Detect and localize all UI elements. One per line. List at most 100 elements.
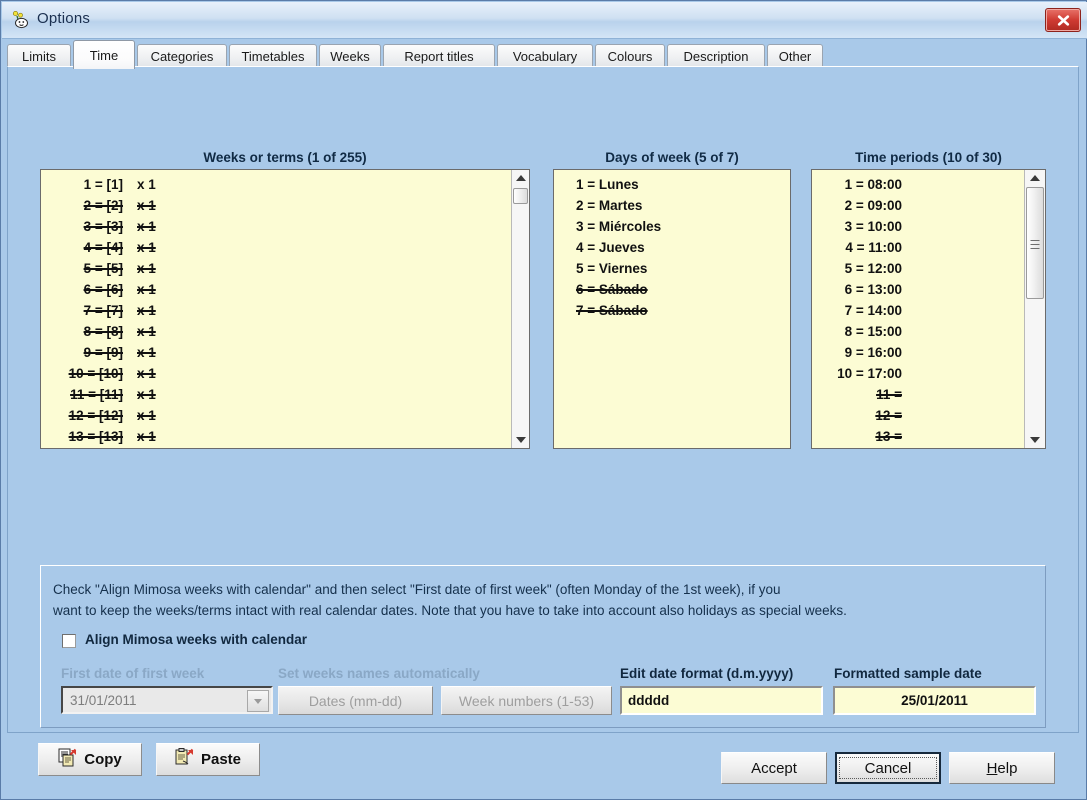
- close-icon[interactable]: [1045, 8, 1081, 32]
- tab-report-titles[interactable]: Report titles: [383, 44, 495, 67]
- list-item[interactable]: 12 = [12] x 1: [41, 405, 529, 426]
- list-item[interactable]: 10 = [10] x 1: [41, 363, 529, 384]
- periods-list-title: Time periods (10 of 30): [855, 150, 1002, 165]
- options-dialog-window: Options Limits Time Categories Timetables We…: [0, 0, 1087, 800]
- tab-categories[interactable]: Categories: [137, 44, 227, 67]
- list-item[interactable]: 7 = [7] x 1: [41, 300, 529, 321]
- list-item[interactable]: 7 = 14:00: [812, 300, 1045, 321]
- days-listbox[interactable]: 1 = Lunes 2 = Martes 3 = Miércoles 4 = Juev…: [553, 169, 791, 449]
- first-date-combo[interactable]: 31/01/2011: [61, 686, 273, 714]
- align-weeks-checkbox[interactable]: [62, 634, 76, 648]
- tab-description[interactable]: Description: [667, 44, 765, 67]
- list-item[interactable]: 2 = 09:00: [812, 195, 1045, 216]
- list-item-multiplier: x 1: [137, 303, 156, 318]
- tab-other[interactable]: Other: [767, 44, 823, 67]
- cancel-button[interactable]: Cancel: [835, 752, 941, 784]
- first-date-label: First date of first week: [61, 666, 205, 681]
- list-item[interactable]: 9 = [9] x 1: [41, 342, 529, 363]
- copy-button-label: Copy: [84, 751, 122, 768]
- paste-button-label: Paste: [200, 751, 242, 768]
- list-item-label: 4 = Jueves: [576, 240, 645, 255]
- days-list-rows: 1 = Lunes 2 = Martes 3 = Miércoles 4 = Juev…: [554, 174, 790, 321]
- dates-mmdd-button[interactable]: Dates (mm-dd): [278, 686, 433, 715]
- list-item[interactable]: 5 = Viernes: [554, 258, 790, 279]
- list-item-label: 7 = Sábado: [576, 303, 648, 318]
- list-item[interactable]: 12 =: [812, 405, 1045, 426]
- list-item[interactable]: 6 = 13:00: [812, 279, 1045, 300]
- list-item-label: 8 = 15:00: [844, 324, 902, 339]
- list-item[interactable]: 1 = Lunes: [554, 174, 790, 195]
- list-item-multiplier: x 1: [137, 408, 156, 423]
- tab-time[interactable]: Time: [73, 40, 135, 69]
- list-item[interactable]: 4 = Jueves: [554, 237, 790, 258]
- list-item[interactable]: 6 = [6] x 1: [41, 279, 529, 300]
- tab-limits[interactable]: Limits: [7, 44, 71, 67]
- list-item[interactable]: 3 = Miércoles: [554, 216, 790, 237]
- accept-button[interactable]: Accept: [721, 752, 827, 784]
- list-item[interactable]: 10 = 17:00: [812, 363, 1045, 384]
- list-item-label: 13 = [13]: [68, 429, 123, 444]
- copy-button[interactable]: Copy: [38, 743, 142, 776]
- list-item-label: 11 =: [876, 387, 902, 402]
- list-item-label: 9 = 16:00: [844, 345, 902, 360]
- list-item-multiplier: x 1: [137, 345, 156, 360]
- help-button[interactable]: Help: [949, 752, 1055, 784]
- periods-scrollbar[interactable]: [1024, 170, 1045, 448]
- list-item[interactable]: 11 =: [812, 384, 1045, 405]
- list-item[interactable]: 9 = 16:00: [812, 342, 1045, 363]
- tab-colours[interactable]: Colours: [595, 44, 665, 67]
- weeks-listbox[interactable]: 1 = [1] x 1 2 = [2] x 1 3 = [3] x 1 4 = [4] x 1…: [40, 169, 530, 449]
- list-item[interactable]: 5 = 12:00: [812, 258, 1045, 279]
- list-item-label: 6 = Sábado: [576, 282, 648, 297]
- list-item[interactable]: 8 = 15:00: [812, 321, 1045, 342]
- cancel-button-label: Cancel: [839, 757, 937, 779]
- formatted-sample-date-value: 25/01/2011: [833, 686, 1036, 715]
- paste-button[interactable]: Paste: [156, 743, 260, 776]
- list-item-multiplier: x 1: [137, 324, 156, 339]
- align-weeks-checkbox-label[interactable]: Align Mimosa weeks with calendar: [85, 632, 307, 647]
- list-item[interactable]: 3 = [3] x 1: [41, 216, 529, 237]
- week-numbers-button[interactable]: Week numbers (1-53): [441, 686, 612, 715]
- list-item[interactable]: 4 = [4] x 1: [41, 237, 529, 258]
- periods-listbox[interactable]: 1 = 08:00 2 = 09:00 3 = 10:00 4 = 11:00 5 = …: [811, 169, 1046, 449]
- tab-vocabulary[interactable]: Vocabulary: [497, 44, 593, 67]
- list-item[interactable]: 3 = 10:00: [812, 216, 1045, 237]
- chevron-down-icon[interactable]: [247, 690, 269, 712]
- auto-week-names-label: Set weeks names automatically: [278, 666, 480, 681]
- info-text-line-2: want to keep the weeks/terms intact with…: [53, 603, 847, 618]
- scroll-down-icon[interactable]: [1025, 432, 1045, 448]
- list-item[interactable]: 1 = 08:00: [812, 174, 1045, 195]
- list-item-label: 3 = 10:00: [844, 219, 902, 234]
- list-item-multiplier: x 1: [137, 240, 156, 255]
- list-item[interactable]: 13 =: [812, 426, 1045, 447]
- tab-weeks[interactable]: Weeks: [319, 44, 381, 67]
- list-item-multiplier: x 1: [137, 282, 156, 297]
- list-item[interactable]: 4 = 11:00: [812, 237, 1045, 258]
- list-item-label: 4 = [4]: [83, 240, 123, 255]
- list-item-multiplier: x 1: [137, 387, 156, 402]
- days-list-title: Days of week (5 of 7): [605, 150, 739, 165]
- weeks-scrollbar[interactable]: [511, 170, 529, 448]
- list-item[interactable]: 13 = [13] x 1: [41, 426, 529, 447]
- date-format-input[interactable]: ddddd: [620, 686, 823, 715]
- list-item-label: 7 = 14:00: [844, 303, 902, 318]
- list-item-label: 10 = [10]: [68, 366, 123, 381]
- tab-timetables[interactable]: Timetables: [229, 44, 317, 67]
- list-item[interactable]: 8 = [8] x 1: [41, 321, 529, 342]
- list-item[interactable]: 1 = [1] x 1: [41, 174, 529, 195]
- periods-scroll-thumb[interactable]: [1026, 187, 1044, 299]
- list-item-label: 6 = 13:00: [844, 282, 902, 297]
- list-item[interactable]: 5 = [5] x 1: [41, 258, 529, 279]
- list-item-label: 2 = Martes: [576, 198, 643, 213]
- list-item[interactable]: 11 = [11] x 1: [41, 384, 529, 405]
- list-item[interactable]: 7 = Sábado: [554, 300, 790, 321]
- scroll-down-icon[interactable]: [512, 432, 529, 448]
- list-item-multiplier: x 1: [137, 219, 156, 234]
- list-item[interactable]: 2 = [2] x 1: [41, 195, 529, 216]
- list-item[interactable]: 6 = Sábado: [554, 279, 790, 300]
- list-item[interactable]: 2 = Martes: [554, 195, 790, 216]
- scroll-up-icon[interactable]: [512, 170, 529, 186]
- weeks-scroll-thumb[interactable]: [513, 188, 528, 204]
- scroll-up-icon[interactable]: [1025, 170, 1045, 186]
- list-item-label: 9 = [9]: [83, 345, 123, 360]
